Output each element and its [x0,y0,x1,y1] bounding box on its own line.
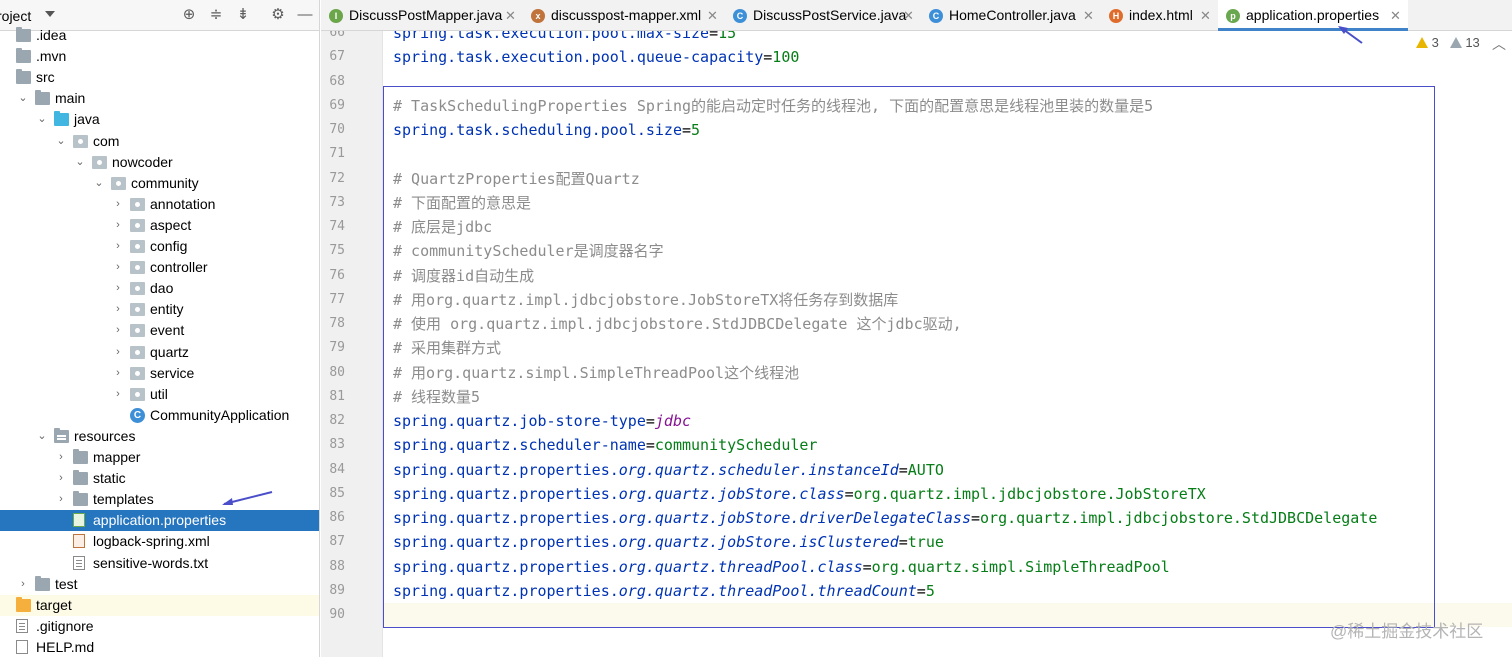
arrow-head-file [222,498,233,505]
annotation-arrows [222,26,1363,505]
watermark: @稀土掘金技术社区 [1330,622,1484,641]
